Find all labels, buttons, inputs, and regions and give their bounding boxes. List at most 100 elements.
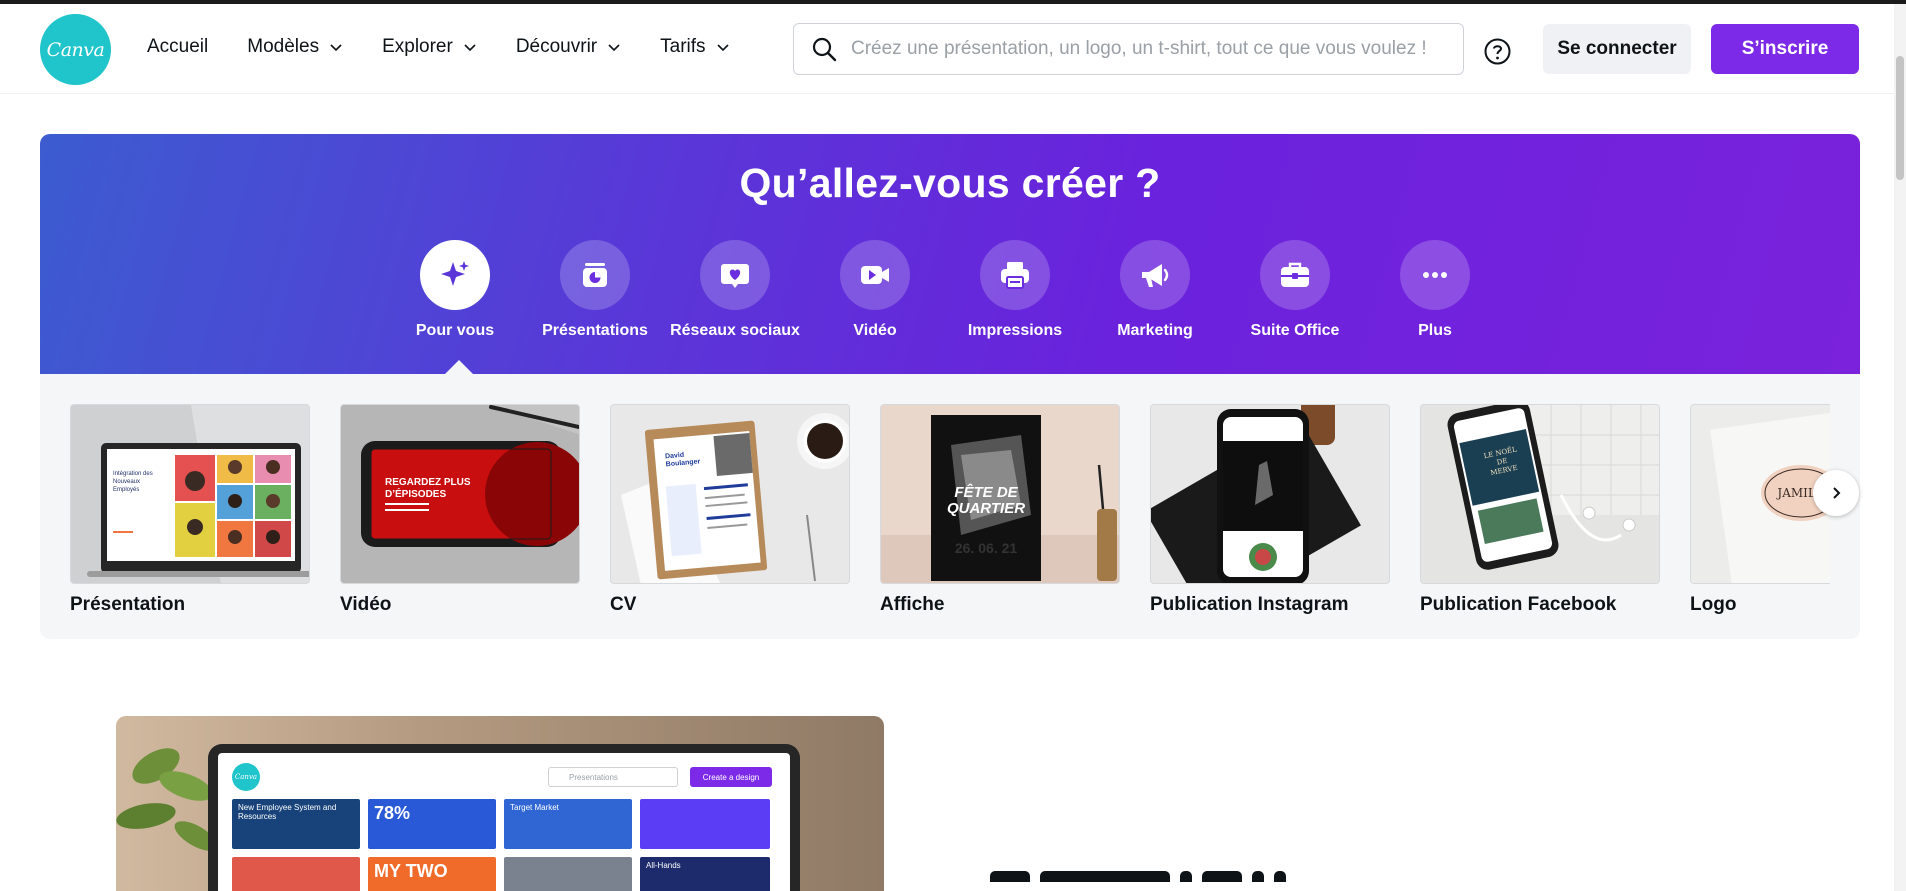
laptop-frame: Canva Presentations Create a design New … bbox=[208, 744, 800, 891]
preview-tile: MY TWO bbox=[368, 857, 496, 891]
category-icon-circle bbox=[420, 240, 490, 310]
category-plus[interactable]: Plus bbox=[1365, 240, 1505, 340]
megaphone-icon bbox=[1142, 264, 1169, 287]
category-label: Suite Office bbox=[1250, 322, 1340, 339]
chevron-down-icon bbox=[464, 44, 476, 52]
presentation-icon bbox=[583, 263, 607, 287]
facebook-thumbnail-image: LE NOËL DE MERVE bbox=[1447, 405, 1659, 570]
category-label: Vidéo bbox=[853, 322, 897, 339]
preview-tile: Target Market bbox=[504, 799, 632, 849]
mini-create-design-button: Create a design bbox=[690, 767, 772, 787]
category-video[interactable]: Vidéo bbox=[805, 240, 945, 340]
preview-tile: All-Hands bbox=[640, 857, 770, 891]
card-thumbnail: REGARDEZ PLUS D’ÉPISODES bbox=[340, 404, 580, 584]
card-title: Publication Facebook bbox=[1420, 594, 1617, 615]
chevron-down-icon bbox=[330, 44, 342, 52]
video-thumbnail-image: REGARDEZ PLUS D’ÉPISODES bbox=[361, 405, 579, 547]
category-icon-circle bbox=[700, 240, 770, 310]
hero-banner: Qu’allez-vous créer ? Pour vous Présenta… bbox=[40, 134, 1860, 375]
card-title: CV bbox=[610, 594, 637, 615]
card-cv[interactable]: David Boulanger CV bbox=[610, 404, 850, 616]
card-video[interactable]: REGARDEZ PLUS D’ÉPISODES Vidéo bbox=[340, 404, 580, 616]
design-types-carousel: Intégration des Nouveaux Employés Présen… bbox=[70, 404, 1830, 634]
svg-text:QUARTIER: QUARTIER bbox=[947, 500, 1025, 517]
category-suite-office[interactable]: Suite Office bbox=[1225, 240, 1365, 340]
preview-tile-text: New Employee System and Resources bbox=[238, 803, 337, 822]
cv-thumbnail-image: David Boulanger bbox=[621, 413, 849, 583]
nav-tarifs[interactable]: Tarifs bbox=[660, 36, 729, 58]
card-title: Vidéo bbox=[340, 594, 392, 615]
card-publication-instagram[interactable]: Publication Instagram bbox=[1150, 404, 1390, 616]
svg-text:REGARDEZ PLUS: REGARDEZ PLUS bbox=[385, 477, 471, 488]
category-label: Plus bbox=[1418, 322, 1452, 339]
scrollbar-thumb[interactable] bbox=[1896, 56, 1904, 180]
canva-logo[interactable]: Canva bbox=[40, 14, 111, 85]
logo-thumbnail-image: JAMILA bbox=[1710, 405, 1830, 583]
main-nav: Accueil Modèles Explorer Découvrir Tarif… bbox=[147, 36, 769, 58]
chevron-down-icon bbox=[716, 44, 729, 52]
category-marketing[interactable]: Marketing bbox=[1085, 240, 1225, 340]
svg-text:D’ÉPISODES: D’ÉPISODES bbox=[385, 487, 446, 500]
logo-text: Canva bbox=[46, 38, 105, 61]
card-logo[interactable]: JAMILA Logo bbox=[1690, 404, 1830, 616]
card-title: Publication Instagram bbox=[1150, 594, 1349, 615]
nav-accueil[interactable]: Accueil bbox=[147, 36, 208, 58]
feature-preview-image: Canva Presentations Create a design New … bbox=[116, 716, 884, 891]
svg-text:Employés: Employés bbox=[113, 487, 139, 493]
card-thumbnail: JAMILA bbox=[1690, 404, 1830, 584]
card-thumbnail: FÊTE DE QUARTIER 26. 06. 21 bbox=[880, 404, 1120, 584]
category-presentations[interactable]: Présentations bbox=[525, 240, 665, 340]
category-label: Présentations bbox=[542, 322, 648, 339]
chevron-down-icon bbox=[608, 44, 620, 52]
preview-tile-text: MY TWO bbox=[374, 861, 448, 881]
section-heading-partial bbox=[990, 870, 1490, 882]
card-thumbnail: David Boulanger bbox=[610, 404, 850, 584]
search-input[interactable] bbox=[851, 38, 1441, 60]
svg-text:Intégration des: Intégration des bbox=[113, 471, 153, 477]
preview-tile-text: All-Hands bbox=[646, 861, 681, 870]
login-button[interactable]: Se connecter bbox=[1543, 24, 1691, 74]
sparkle-icon bbox=[441, 261, 469, 286]
nav-decouvrir[interactable]: Découvrir bbox=[516, 36, 621, 58]
preview-tile bbox=[640, 799, 770, 849]
more-dots-icon bbox=[1423, 272, 1447, 278]
card-publication-facebook[interactable]: LE NOËL DE MERVE Publication Facebook bbox=[1420, 404, 1660, 616]
presentation-thumbnail-image: Intégration des Nouveaux Employés bbox=[87, 405, 309, 583]
signup-button[interactable]: S’inscrire bbox=[1711, 24, 1859, 74]
preview-tile: 78% bbox=[368, 799, 496, 849]
category-impressions[interactable]: Impressions bbox=[945, 240, 1085, 340]
nav-label: Accueil bbox=[147, 36, 209, 57]
nav-explorer[interactable]: Explorer bbox=[382, 36, 477, 58]
svg-text:Nouveaux: Nouveaux bbox=[113, 479, 140, 485]
category-icon-circle bbox=[1400, 240, 1470, 310]
preview-tile bbox=[504, 857, 632, 891]
svg-text:FÊTE DE: FÊTE DE bbox=[954, 483, 1018, 501]
category-icon-circle bbox=[1120, 240, 1190, 310]
preview-tile-text: 78% bbox=[374, 803, 411, 823]
mini-search-placeholder: Presentations bbox=[569, 772, 618, 782]
category-reseaux-sociaux[interactable]: Réseaux sociaux bbox=[665, 240, 805, 340]
heart-chat-icon bbox=[721, 264, 749, 288]
search-icon bbox=[812, 37, 837, 62]
instagram-thumbnail-image bbox=[1151, 405, 1361, 583]
card-presentation[interactable]: Intégration des Nouveaux Employés Présen… bbox=[70, 404, 310, 616]
nav-modeles[interactable]: Modèles bbox=[247, 36, 343, 58]
carousel-next-button[interactable] bbox=[1813, 470, 1859, 516]
active-category-pointer bbox=[444, 360, 474, 375]
briefcase-icon bbox=[1281, 262, 1309, 287]
category-label: Pour vous bbox=[415, 322, 495, 339]
card-thumbnail: LE NOËL DE MERVE bbox=[1420, 404, 1660, 584]
preview-tile: New Employee System and Resources bbox=[232, 799, 360, 849]
card-title: Logo bbox=[1690, 594, 1737, 615]
nav-label: Tarifs bbox=[660, 36, 706, 57]
hero-title: Qu’allez-vous créer ? bbox=[739, 160, 1161, 206]
card-affiche[interactable]: FÊTE DE QUARTIER 26. 06. 21 Affiche bbox=[880, 404, 1120, 616]
card-title: Affiche bbox=[880, 594, 945, 615]
category-label: Marketing bbox=[1117, 322, 1193, 339]
question-circle-icon[interactable] bbox=[1484, 38, 1511, 65]
top-navigation-bar: Canva Accueil Modèles Explorer Découvrir… bbox=[0, 4, 1906, 94]
category-icon-circle bbox=[980, 240, 1050, 310]
page-scrollbar[interactable] bbox=[1894, 4, 1906, 891]
category-pour-vous[interactable]: Pour vous bbox=[385, 240, 525, 340]
category-label: Réseaux sociaux bbox=[670, 322, 800, 339]
